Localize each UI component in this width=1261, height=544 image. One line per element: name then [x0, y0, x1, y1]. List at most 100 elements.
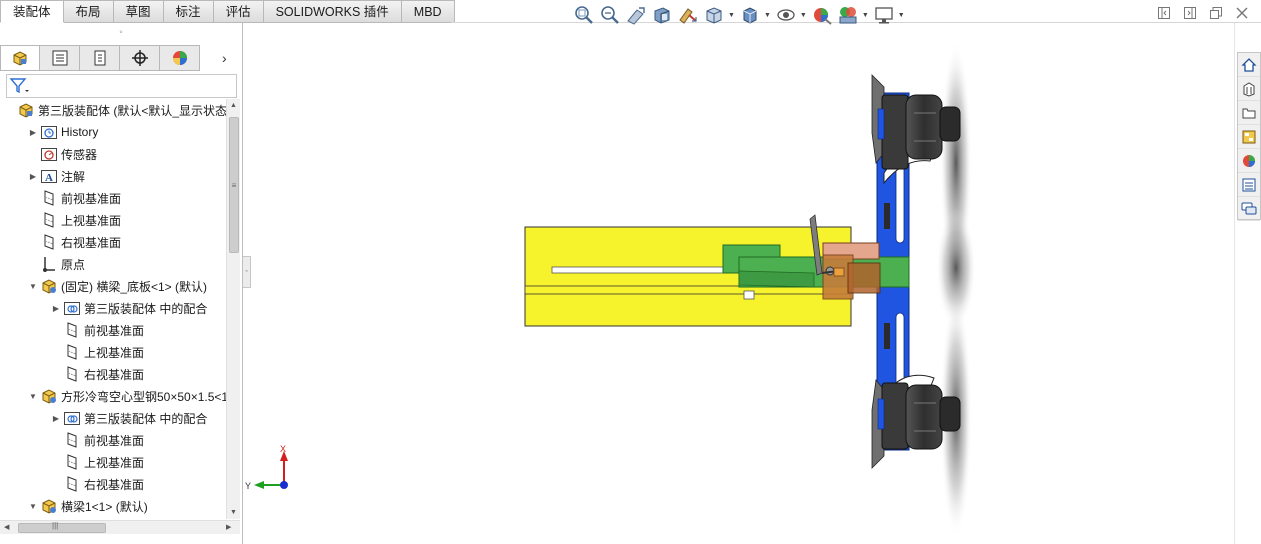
zoom-to-area-icon[interactable] — [599, 5, 621, 25]
tree-item[interactable]: 上视基准面 — [50, 341, 144, 363]
plane-icon — [39, 189, 59, 207]
close-window-icon[interactable] — [1235, 6, 1249, 20]
tab-markup[interactable]: 标注 — [163, 0, 214, 23]
dimxpert-tab[interactable] — [120, 45, 160, 71]
tree-item[interactable]: 右视基准面 — [50, 363, 144, 385]
tree-item-label: 注解 — [61, 169, 86, 184]
tree-filter[interactable] — [6, 74, 237, 98]
scroll-down-icon[interactable]: ▼ — [230, 509, 237, 516]
expand-arrow-icon[interactable]: ▶ — [50, 302, 62, 314]
motor-clamp-top — [877, 108, 885, 140]
view-orientation-icon[interactable]: ▼ — [703, 5, 735, 25]
section-view-icon[interactable] — [651, 5, 673, 25]
tree-item[interactable]: 右视基准面 — [27, 231, 121, 253]
appearances-icon[interactable] — [1238, 149, 1260, 173]
tree-item-label: 方形冷弯空心型钢50×50×1.5<1 — [61, 389, 226, 404]
solidworks-window: 装配体 布局 草图 标注 评估 SOLIDWORKS 插件 MBD ▼ ▼ ▼ … — [0, 0, 1261, 544]
scroll-right-icon[interactable]: ▶ — [226, 523, 231, 531]
tree-vertical-scrollbar[interactable]: ▲ ≡ ▼ — [226, 99, 240, 519]
dynamic-annotation-icon[interactable] — [677, 5, 699, 25]
collapse-arrow-icon[interactable]: ▼ — [27, 500, 39, 512]
expand-arrow-icon[interactable]: ▶ — [27, 126, 39, 138]
view-palette-icon[interactable] — [1238, 125, 1260, 149]
apply-scene-icon[interactable]: ▼ — [837, 5, 869, 25]
tree-item[interactable]: 前视基准面 — [50, 319, 144, 341]
triad-y-label: Y — [245, 481, 251, 491]
solidworks-resources-icon[interactable] — [1238, 53, 1260, 77]
tile-right-icon[interactable] — [1183, 6, 1197, 20]
tree-item[interactable]: 上视基准面 — [50, 451, 144, 473]
custom-properties-icon[interactable] — [1238, 173, 1260, 197]
tree-item[interactable]: ▶ 第三版装配体 中的配合 — [50, 297, 207, 319]
expand-arrow-icon[interactable]: ▶ — [27, 170, 39, 182]
previous-view-icon[interactable] — [625, 5, 647, 25]
graphics-area[interactable]: X Y — [244, 23, 1234, 544]
plane-icon — [62, 343, 82, 361]
tree-item[interactable]: 原点 — [27, 253, 85, 275]
collapse-arrow-icon[interactable]: ▼ — [27, 390, 39, 402]
configurationmanager-tab[interactable] — [80, 45, 120, 71]
tab-sketch[interactable]: 草图 — [113, 0, 164, 23]
tile-left-icon[interactable] — [1157, 6, 1171, 20]
tab-layout[interactable]: 布局 — [63, 0, 114, 23]
tab-evaluate[interactable]: 评估 — [213, 0, 264, 23]
panel-tabs — [0, 45, 200, 72]
featuremanager-tab[interactable] — [0, 45, 40, 71]
panel-next-arrow[interactable]: › — [222, 51, 238, 67]
tree-item[interactable]: ▶ History — [27, 121, 98, 143]
tree-item-label: 上视基准面 — [84, 345, 145, 360]
view-settings-icon[interactable]: ▼ — [873, 5, 905, 25]
edit-appearance-icon[interactable] — [811, 5, 833, 25]
expand-arrow-icon[interactable]: ▶ — [50, 412, 62, 424]
tab-mbd[interactable]: MBD — [401, 0, 455, 23]
tree-item-label: 右视基准面 — [84, 477, 145, 492]
horizontal-scroll-thumb[interactable] — [18, 523, 106, 533]
file-explorer-icon[interactable] — [1238, 101, 1260, 125]
tree-item[interactable]: ▶ 第三版装配体 中的配合 — [50, 407, 207, 429]
tree-item[interactable]: ▶ A 注解 — [27, 165, 85, 187]
tree-item[interactable]: 前视基准面 — [50, 429, 144, 451]
tree-item-label: 前视基准面 — [61, 191, 122, 206]
propertymanager-tab[interactable] — [40, 45, 80, 71]
collapse-arrow-icon[interactable]: ▼ — [27, 280, 39, 292]
design-library-icon[interactable] — [1238, 77, 1260, 101]
tree-item[interactable]: 前视基准面 — [27, 187, 121, 209]
tree-item-label: 右视基准面 — [61, 235, 122, 250]
scroll-grip-icon: ≡ — [231, 181, 237, 190]
tree-item[interactable]: ▼ 方形冷弯空心型钢50×50×1.5<1 — [27, 385, 226, 407]
tree-item[interactable]: ▼ 横梁1<1> (默认) — [27, 495, 148, 517]
assembly-model: X Y — [245, 41, 976, 538]
restore-window-icon[interactable] — [1209, 6, 1223, 20]
hide-show-items-icon[interactable]: ▼ — [775, 5, 807, 25]
tree-item[interactable]: 传感器 — [27, 143, 97, 165]
tree-item-label: 前视基准面 — [84, 323, 145, 338]
forum-icon[interactable] — [1238, 197, 1260, 221]
tab-solidworks-addins[interactable]: SOLIDWORKS 插件 — [263, 0, 402, 23]
frame-bracket-top — [884, 203, 890, 229]
tree-item[interactable]: 右视基准面 — [50, 473, 144, 495]
panel-grip[interactable]: ◦ — [0, 23, 242, 43]
scroll-left-icon[interactable]: ◀ — [4, 523, 9, 531]
tab-assembly[interactable]: 装配体 — [0, 0, 64, 23]
motor-clamp-bottom — [877, 398, 885, 430]
feature-tree: 第三版装配体 (默认<默认_显示状态- ▶ History 传感器 ▶ A 注解 前视基准面上… — [0, 99, 226, 519]
tree-item[interactable]: 第三版装配体 (默认<默认_显示状态- — [4, 99, 226, 121]
tree-item[interactable]: ▼ (固定) 横梁_底板<1> (默认) — [27, 275, 207, 297]
display-manager-tab[interactable] — [160, 45, 200, 71]
plane-icon — [62, 321, 82, 339]
scroll-up-icon[interactable]: ▲ — [230, 102, 237, 109]
zoom-to-fit-icon[interactable] — [573, 5, 595, 25]
tree-item-label: 第三版装配体 中的配合 — [84, 301, 208, 316]
tree-item[interactable]: 上视基准面 — [27, 209, 121, 231]
tree-item-label: 原点 — [61, 257, 86, 272]
display-style-icon[interactable]: ▼ — [739, 5, 771, 25]
latch-nut — [833, 267, 845, 277]
tree-horizontal-scrollbar[interactable]: ◀ ||| ▶ — [0, 520, 240, 534]
